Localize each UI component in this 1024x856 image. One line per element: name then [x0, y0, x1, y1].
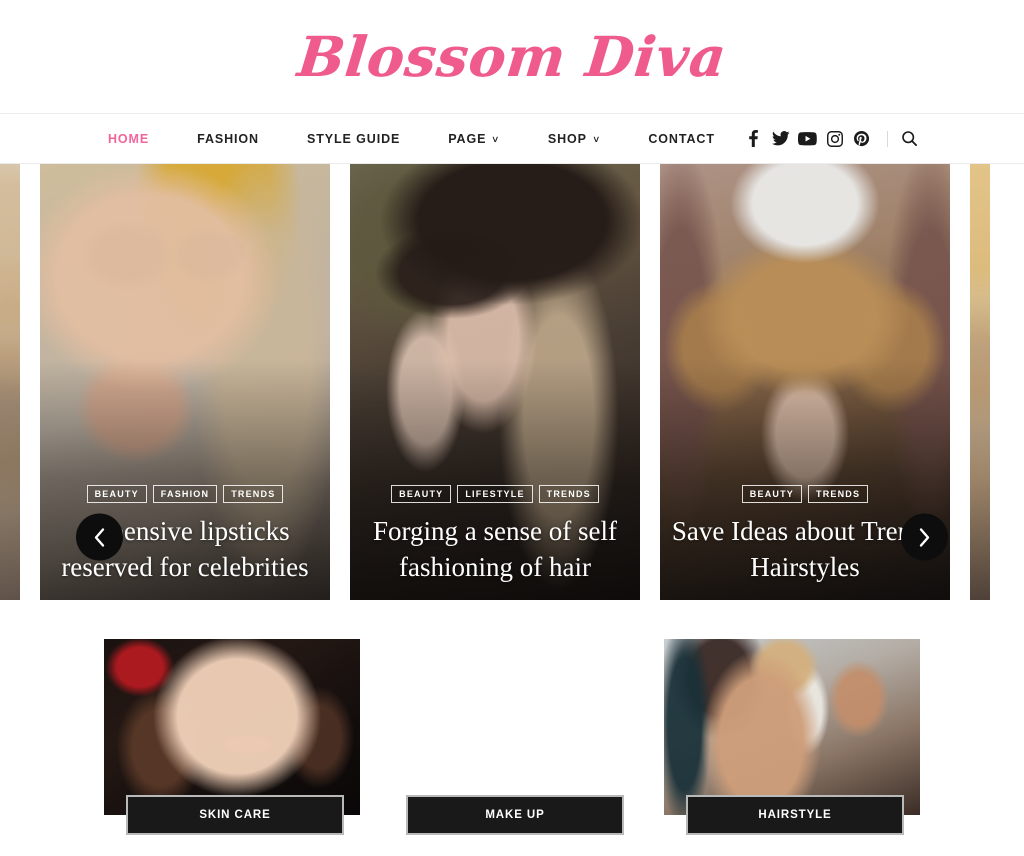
slides-track: BEAUTY FASHION TRENDS Expensive lipstick…	[0, 164, 990, 600]
category-hairstyle-label[interactable]: HAIRSTYLE	[686, 795, 904, 835]
tag-beauty[interactable]: BEAUTY	[391, 485, 452, 504]
site-header: Blossom Diva	[0, 0, 1024, 113]
nav-item-style-guide[interactable]: STYLE GUIDE	[307, 132, 400, 146]
nav-item-shop[interactable]: SHOP ∨	[548, 132, 601, 146]
category-skin-care-image	[104, 639, 360, 815]
nav-item-page[interactable]: PAGE ∨	[448, 132, 500, 146]
instagram-icon[interactable]	[821, 127, 848, 151]
slide-partial-left[interactable]	[0, 164, 20, 600]
category-card-skin-care[interactable]: SKIN CARE	[104, 639, 360, 835]
category-card-make-up[interactable]: MAKE UP	[384, 639, 640, 835]
slide-1-tags: BEAUTY FASHION TRENDS	[50, 485, 320, 504]
tag-trends[interactable]: TRENDS	[808, 485, 869, 504]
pinterest-icon[interactable]	[848, 127, 875, 151]
search-icon[interactable]	[898, 128, 920, 150]
slide-2[interactable]: BEAUTY LIFESTYLE TRENDS Forging a sense …	[350, 164, 640, 600]
slide-partial-left-image	[0, 164, 20, 600]
nav-item-style-guide-label: STYLE GUIDE	[306, 131, 401, 146]
category-make-up-label[interactable]: MAKE UP	[406, 795, 624, 835]
slide-2-caption: BEAUTY LIFESTYLE TRENDS Forging a sense …	[350, 485, 640, 586]
nav-item-home[interactable]: HOME	[108, 132, 149, 146]
nav-menu: HOME FASHION STYLE GUIDE PAGE ∨ SHOP ∨ C…	[108, 132, 715, 146]
tag-trends[interactable]: TRENDS	[223, 485, 284, 504]
nav-item-home-label: HOME	[108, 131, 150, 146]
tag-lifestyle[interactable]: LIFESTYLE	[457, 485, 533, 504]
chevron-down-icon: ∨	[591, 134, 602, 144]
slide-2-title[interactable]: Forging a sense of self fashioning of ha…	[360, 514, 630, 586]
tag-fashion[interactable]: FASHION	[152, 485, 218, 504]
nav-divider	[887, 130, 888, 147]
slide-3-title[interactable]: Save Ideas about Trendy Hairstyles	[670, 514, 940, 586]
nav-item-fashion[interactable]: FASHION	[197, 132, 259, 146]
slide-3-tags: BEAUTY TRENDS	[670, 485, 940, 504]
slider-next-button[interactable]	[901, 513, 948, 561]
tag-beauty[interactable]: BEAUTY	[741, 485, 802, 504]
main-navigation: HOME FASHION STYLE GUIDE PAGE ∨ SHOP ∨ C…	[0, 113, 1024, 164]
slider-prev-button[interactable]	[76, 513, 123, 561]
tag-trends[interactable]: TRENDS	[538, 485, 599, 504]
slide-partial-right-image	[970, 164, 990, 600]
category-make-up-image	[384, 639, 640, 815]
nav-item-contact-label: CONTACT	[648, 131, 715, 146]
youtube-icon[interactable]	[794, 127, 821, 151]
nav-item-contact[interactable]: CONTACT	[648, 132, 714, 146]
tag-beauty[interactable]: BEAUTY	[86, 485, 147, 504]
slide-2-tags: BEAUTY LIFESTYLE TRENDS	[360, 485, 630, 504]
featured-slider: BEAUTY FASHION TRENDS Expensive lipstick…	[0, 164, 1024, 600]
nav-item-page-label: PAGE	[448, 131, 487, 146]
category-card-hairstyle[interactable]: HAIRSTYLE	[664, 639, 920, 835]
nav-item-fashion-label: FASHION	[197, 131, 259, 146]
category-cards: SKIN CARE MAKE UP HAIRSTYLE	[0, 600, 1024, 856]
social-links	[740, 127, 920, 151]
site-logo[interactable]: Blossom Diva	[294, 24, 729, 89]
category-skin-care-label[interactable]: SKIN CARE	[126, 795, 344, 835]
chevron-down-icon: ∨	[491, 134, 501, 144]
category-hairstyle-image	[664, 639, 920, 815]
slide-partial-right[interactable]	[970, 164, 990, 600]
nav-item-shop-label: SHOP	[547, 131, 587, 146]
twitter-icon[interactable]	[767, 127, 794, 151]
facebook-icon[interactable]	[740, 127, 767, 151]
